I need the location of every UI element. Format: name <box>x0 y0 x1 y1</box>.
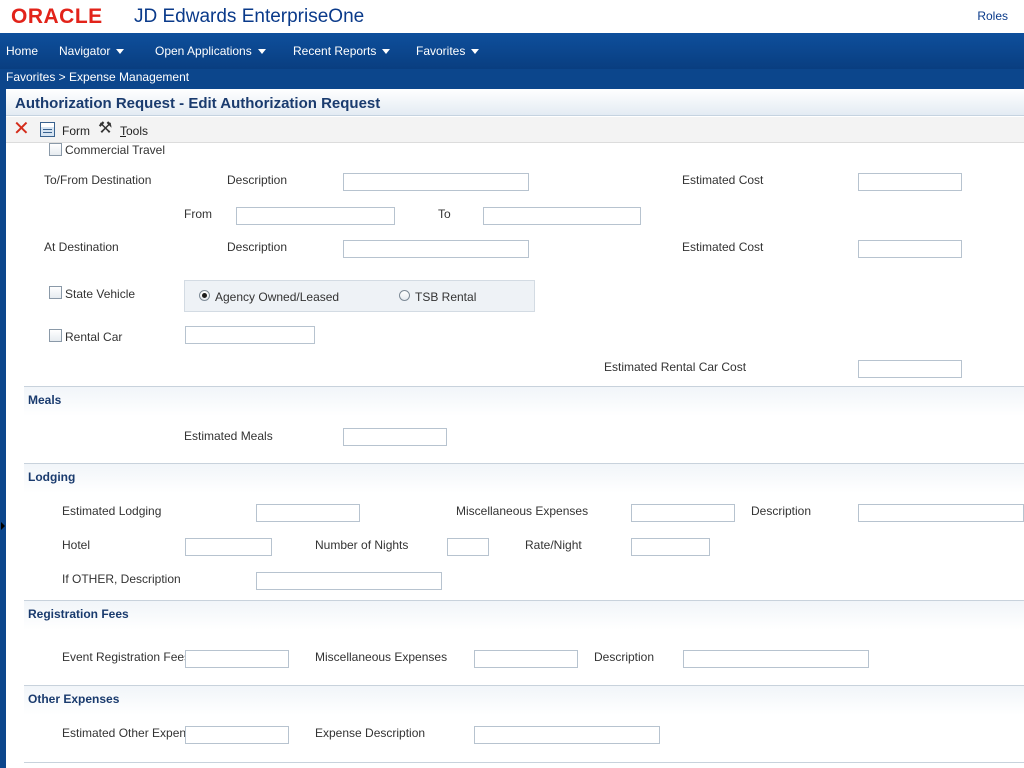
rate-night-label: Rate/Night <box>525 538 582 552</box>
lodging-description-input[interactable] <box>858 504 1024 522</box>
to-from-description-input[interactable] <box>343 173 529 191</box>
at-destination-label: At Destination <box>44 240 119 254</box>
chevron-down-icon <box>116 49 125 55</box>
nav-open-applications-label: Open Applications <box>155 44 252 58</box>
estimated-rental-car-cost-input[interactable] <box>858 360 962 378</box>
expense-description-input[interactable] <box>474 726 660 744</box>
nav-open-applications[interactable]: Open Applications <box>155 44 266 58</box>
page-title: Authorization Request - Edit Authorizati… <box>15 95 381 112</box>
nav-home[interactable]: Home <box>6 44 38 58</box>
at-destination-estimated-cost-input[interactable] <box>858 240 962 258</box>
estimated-lodging-input[interactable] <box>256 504 360 522</box>
lodging-misc-expenses-input[interactable] <box>631 504 735 522</box>
nav-navigator-label: Navigator <box>59 44 111 58</box>
commercial-travel-checkbox[interactable] <box>49 143 62 156</box>
roles-menu[interactable]: Roles <box>977 9 1008 23</box>
title-bar: Authorization Request - Edit Authorizati… <box>6 89 1024 116</box>
commercial-travel-label: Commercial Travel <box>65 143 166 157</box>
tools-menu-label[interactable]: Tools <box>120 124 148 138</box>
chevron-down-icon <box>471 49 480 55</box>
to-input[interactable] <box>483 207 641 225</box>
product-name: JD Edwards EnterpriseOne <box>134 6 365 27</box>
toolbar: ✕ Form ⚒ Tools <box>6 117 1024 143</box>
vehicle-type-group: Agency Owned/Leased TSB Rental <box>184 280 535 312</box>
nav-favorites[interactable]: Favorites <box>416 44 480 58</box>
estimated-meals-input[interactable] <box>343 428 447 446</box>
estimated-other-expenses-input[interactable] <box>185 726 289 744</box>
rental-car-checkbox[interactable] <box>49 329 62 342</box>
to-from-estimated-cost-input[interactable] <box>858 173 962 191</box>
section-divider <box>24 762 1024 763</box>
tools-label-rest: ools <box>126 124 149 138</box>
app-header: ORACLE JD Edwards EnterpriseOne Roles <box>0 0 1024 33</box>
nav-home-label: Home <box>6 44 39 58</box>
registration-description-input[interactable] <box>683 650 869 668</box>
chevron-down-icon <box>382 49 391 55</box>
form-menu-label[interactable]: Form <box>62 124 90 138</box>
hotel-input[interactable] <box>185 538 272 556</box>
nav-bar: Home Navigator Open Applications Recent … <box>0 33 1024 69</box>
breadcrumb[interactable]: Favorites > Expense Management <box>0 69 1024 89</box>
meals-section-title: Meals <box>28 393 62 407</box>
tools-icon[interactable]: ⚒ <box>98 120 112 138</box>
agency-owned-label: Agency Owned/Leased <box>215 290 340 304</box>
chevron-down-icon <box>257 49 266 55</box>
oracle-logo: ORACLE <box>11 5 103 28</box>
estimated-lodging-label: Estimated Lodging <box>62 504 162 518</box>
estimated-meals-label: Estimated Meals <box>184 429 273 443</box>
nav-recent-reports-label: Recent Reports <box>293 44 377 58</box>
event-registration-fees-input[interactable] <box>185 650 289 668</box>
to-label: To <box>438 207 451 221</box>
from-input[interactable] <box>236 207 395 225</box>
expand-arrow-icon[interactable] <box>1 522 5 530</box>
rental-car-label: Rental Car <box>65 330 123 344</box>
state-vehicle-checkbox[interactable] <box>49 286 62 299</box>
lodging-section-title: Lodging <box>28 470 76 484</box>
other-expenses-section-title: Other Expenses <box>28 692 120 706</box>
lodging-section-header: Lodging <box>24 463 1024 493</box>
estimated-cost-label: Estimated Cost <box>682 240 764 254</box>
form-content: Commercial Travel To/From Destination De… <box>6 143 1024 768</box>
nav-recent-reports[interactable]: Recent Reports <box>293 44 391 58</box>
registration-fees-section-header: Registration Fees <box>24 600 1024 630</box>
lodging-description-label: Description <box>751 504 812 518</box>
estimated-cost-label: Estimated Cost <box>682 173 764 187</box>
if-other-description-input[interactable] <box>256 572 442 590</box>
to-from-destination-label: To/From Destination <box>44 173 152 187</box>
from-label: From <box>184 207 212 221</box>
state-vehicle-label: State Vehicle <box>65 287 136 301</box>
estimated-rental-car-cost-label: Estimated Rental Car Cost <box>604 360 747 374</box>
number-of-nights-input[interactable] <box>447 538 489 556</box>
estimated-other-expenses-label: Estimated Other Expens <box>62 726 185 740</box>
event-registration-fees-label: Event Registration Fees <box>62 650 185 664</box>
form-icon[interactable] <box>40 122 55 137</box>
registration-fees-section-title: Registration Fees <box>28 607 129 621</box>
description-label: Description <box>227 173 288 187</box>
if-other-description-label: If OTHER, Description <box>62 572 181 586</box>
tsb-rental-label: TSB Rental <box>415 290 477 304</box>
number-of-nights-label: Number of Nights <box>315 538 409 552</box>
expense-description-label: Expense Description <box>315 726 426 740</box>
rate-night-input[interactable] <box>631 538 710 556</box>
at-destination-description-input[interactable] <box>343 240 529 258</box>
hotel-label: Hotel <box>62 538 91 552</box>
lodging-misc-expenses-label: Miscellaneous Expenses <box>456 504 589 518</box>
other-expenses-section-header: Other Expenses <box>24 685 1024 715</box>
meals-section-header: Meals <box>24 386 1024 416</box>
close-icon[interactable]: ✕ <box>13 118 30 140</box>
description-label: Description <box>227 240 288 254</box>
registration-misc-expenses-input[interactable] <box>474 650 578 668</box>
tsb-rental-radio[interactable] <box>399 290 410 301</box>
nav-navigator[interactable]: Navigator <box>59 44 125 58</box>
registration-description-label: Description <box>594 650 655 664</box>
rental-car-input[interactable] <box>185 326 315 344</box>
registration-misc-expenses-label: Miscellaneous Expenses <box>315 650 448 664</box>
agency-owned-radio[interactable] <box>199 290 210 301</box>
nav-favorites-label: Favorites <box>416 44 466 58</box>
